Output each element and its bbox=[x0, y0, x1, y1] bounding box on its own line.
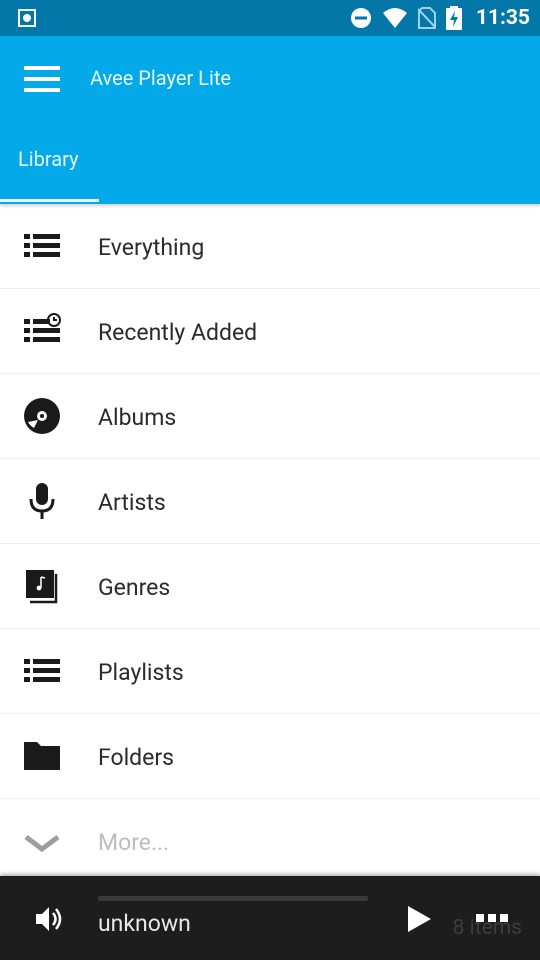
tab-active-indicator bbox=[0, 199, 99, 202]
library-item-albums[interactable]: Albums bbox=[0, 374, 540, 459]
library-item-genres[interactable]: Genres bbox=[0, 544, 540, 629]
folder-icon bbox=[24, 742, 60, 770]
wifi-icon bbox=[382, 8, 407, 28]
track-title: unknown bbox=[98, 910, 191, 937]
library-item-recently-added[interactable]: Recently Added bbox=[0, 289, 540, 374]
tab-library[interactable]: Library bbox=[0, 120, 99, 202]
seek-bar[interactable] bbox=[98, 896, 368, 901]
disc-icon bbox=[24, 398, 60, 434]
app-bar: Avee Player Lite bbox=[0, 36, 540, 120]
app-title: Avee Player Lite bbox=[90, 66, 231, 90]
status-bar: 11:35 bbox=[0, 0, 540, 36]
music-note-box-icon bbox=[26, 570, 58, 604]
list-icon bbox=[24, 234, 60, 257]
chevron-down-icon bbox=[24, 835, 60, 853]
library-list: Everything Recently Added Albums Artists bbox=[0, 204, 540, 884]
library-item-folders[interactable]: Folders bbox=[0, 714, 540, 799]
microphone-icon bbox=[29, 483, 55, 519]
do-not-disturb-icon bbox=[350, 8, 371, 28]
clock: 11:35 bbox=[475, 6, 530, 30]
hamburger-menu-icon[interactable] bbox=[24, 66, 60, 92]
battery-charging-icon bbox=[445, 6, 462, 30]
library-item-label: Everything bbox=[98, 234, 205, 261]
screen-record-icon bbox=[18, 9, 36, 27]
playlist-icon bbox=[24, 659, 60, 682]
library-item-label: More... bbox=[98, 829, 170, 856]
library-item-more[interactable]: More... bbox=[0, 799, 540, 884]
library-item-label: Artists bbox=[98, 489, 166, 516]
tab-bar: Library bbox=[0, 120, 540, 204]
recent-list-icon bbox=[24, 313, 61, 342]
more-options-icon[interactable] bbox=[476, 912, 508, 924]
library-item-label: Folders bbox=[98, 744, 175, 771]
library-item-playlists[interactable]: Playlists bbox=[0, 629, 540, 714]
tab-library-label: Library bbox=[18, 147, 79, 171]
volume-icon[interactable] bbox=[34, 904, 64, 934]
library-item-artists[interactable]: Artists bbox=[0, 459, 540, 544]
library-item-label: Genres bbox=[98, 574, 171, 601]
library-item-label: Recently Added bbox=[98, 319, 258, 346]
status-icons: 11:35 bbox=[350, 0, 530, 36]
library-item-label: Albums bbox=[98, 404, 177, 431]
library-item-everything[interactable]: Everything bbox=[0, 204, 540, 289]
player-bar: unknown 8 items bbox=[0, 876, 540, 960]
no-sim-icon bbox=[417, 7, 436, 29]
play-icon[interactable] bbox=[404, 904, 434, 934]
library-item-label: Playlists bbox=[98, 659, 184, 686]
